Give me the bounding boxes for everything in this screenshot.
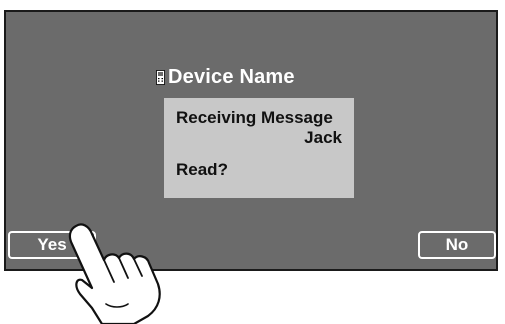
device-header: Device Name: [156, 64, 295, 90]
phone-icon: [156, 69, 165, 85]
receiving-message-text: Receiving Message: [176, 108, 333, 127]
device-name-label: Device Name: [168, 65, 295, 88]
yes-button[interactable]: Yes: [8, 231, 96, 259]
read-question: Read?: [176, 160, 228, 179]
message-box: Receiving Message Jack Read?: [164, 98, 354, 198]
sender-name: Jack: [304, 128, 342, 147]
no-button[interactable]: No: [418, 231, 496, 259]
